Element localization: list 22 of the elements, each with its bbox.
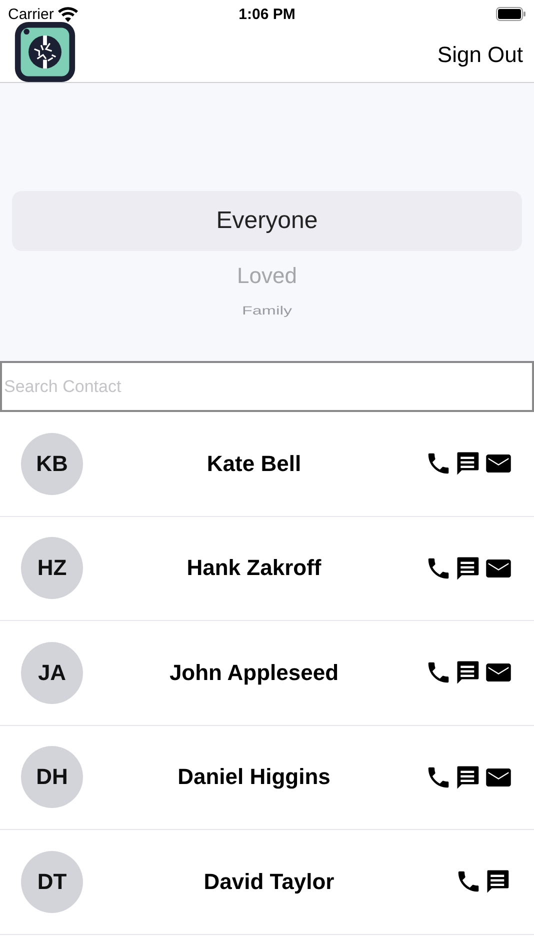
contact-row[interactable]: KB Kate Bell <box>0 412 534 516</box>
wifi-icon <box>58 6 78 22</box>
avatar: KB <box>21 432 83 495</box>
contact-name: John Appleseed <box>168 660 340 686</box>
avatar: HZ <box>21 537 83 600</box>
contact-row[interactable]: DH Daniel Higgins <box>0 726 534 830</box>
contact-row[interactable]: JA John Appleseed <box>0 621 534 726</box>
contact-name: Kate Bell <box>206 450 302 477</box>
picker-option[interactable]: Everyone <box>12 191 522 251</box>
contact-name: Hank Zakroff <box>186 555 322 582</box>
search-field[interactable]: Search Contact <box>0 361 534 412</box>
battery-icon <box>496 7 526 21</box>
sign-out-link[interactable]: Sign Out <box>437 42 523 68</box>
status-time: 1:06 PM <box>238 6 296 22</box>
contact-name: David Taylor <box>202 868 336 895</box>
avatar: DH <box>21 746 83 808</box>
avatar: DT <box>21 850 83 913</box>
contact-row[interactable]: HZ Hank Zakroff <box>0 516 534 621</box>
carrier-label: Carrier <box>8 6 54 22</box>
contact-row[interactable]: DT David Taylor <box>0 830 534 934</box>
avatar: JA <box>21 642 83 704</box>
contact-name: Daniel Higgins <box>176 764 332 790</box>
